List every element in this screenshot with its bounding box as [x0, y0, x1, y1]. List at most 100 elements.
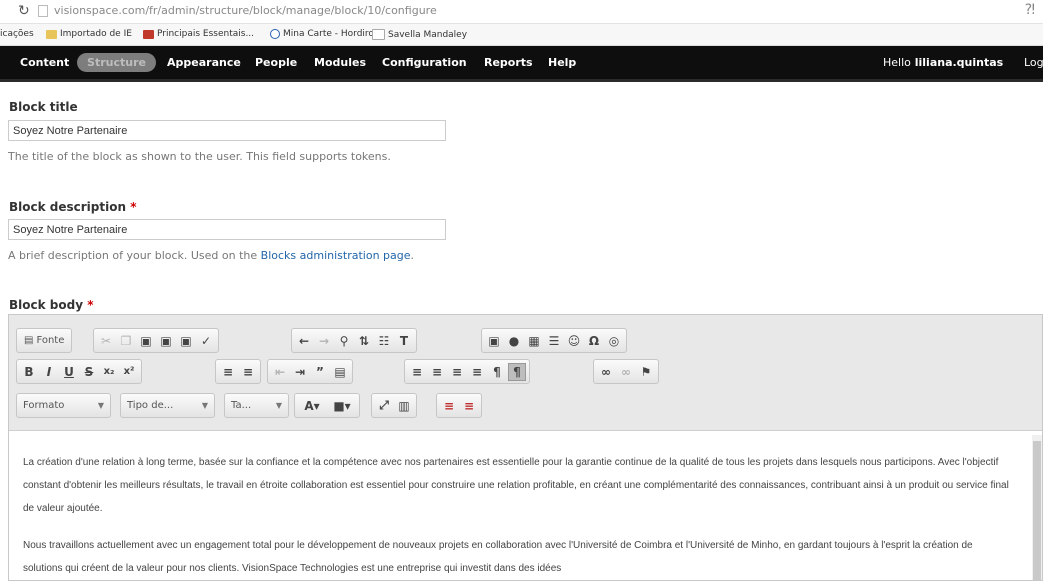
- menu-appearance[interactable]: Appearance: [167, 56, 241, 69]
- background-color-icon[interactable]: ■▾: [328, 397, 356, 415]
- menu-content[interactable]: Content: [20, 56, 69, 69]
- replace-icon[interactable]: ⇅: [355, 332, 373, 350]
- content-paragraph: Nous travaillons actuellement avec un en…: [23, 540, 973, 574]
- bookmark-label: Importado de IE: [60, 29, 132, 39]
- menu-reports[interactable]: Reports: [484, 56, 533, 69]
- bold-icon[interactable]: B: [20, 363, 38, 381]
- find-icon[interactable]: ⚲: [335, 332, 353, 350]
- page-icon: [372, 29, 385, 40]
- bookmark-item[interactable]: Importado de IE: [46, 29, 132, 39]
- subscript-icon[interactable]: x₂: [100, 363, 118, 381]
- site-icon: [143, 29, 154, 39]
- redo-icon[interactable]: →: [315, 332, 333, 350]
- smiley-icon[interactable]: ☺: [565, 332, 583, 350]
- chevron-down-icon: ▼: [201, 401, 208, 410]
- translate-icon[interactable]: ≡: [440, 397, 458, 415]
- table-icon[interactable]: ▦: [525, 332, 543, 350]
- clipboard-group: ✂ ❐ ▣ ▣ ▣ ✓: [93, 328, 219, 353]
- blockquote-icon[interactable]: ”: [311, 363, 329, 381]
- paste-word-icon[interactable]: ▣: [177, 332, 195, 350]
- menu-modules[interactable]: Modules: [314, 56, 366, 69]
- required-mark: *: [87, 298, 94, 312]
- size-select[interactable]: Ta... ▼: [224, 393, 289, 418]
- scrollbar-thumb[interactable]: [1033, 441, 1041, 580]
- text-color-icon[interactable]: A▾: [298, 397, 326, 415]
- menu-configuration[interactable]: Configuration: [382, 56, 467, 69]
- bookmark-apps[interactable]: icações: [0, 29, 34, 39]
- flash-icon[interactable]: ●: [505, 332, 523, 350]
- source-label: Fonte: [36, 335, 65, 346]
- globe-icon: [270, 29, 280, 39]
- outdent-icon[interactable]: ⇤: [271, 363, 289, 381]
- untranslate-icon[interactable]: ≡: [460, 397, 478, 415]
- indent-group: ⇤ ⇥ ” ▤: [267, 359, 353, 384]
- logout-link[interactable]: Log: [1024, 56, 1043, 69]
- image-icon[interactable]: ▣: [485, 332, 503, 350]
- user-greeting: Hello liliana.quintas: [883, 56, 1003, 69]
- justify-icon[interactable]: ≡: [468, 363, 486, 381]
- horizontal-rule-icon[interactable]: ☰: [545, 332, 563, 350]
- style-select[interactable]: Tipo de... ▼: [120, 393, 215, 418]
- url-field[interactable]: visionspace.com/fr/admin/structure/block…: [54, 4, 437, 17]
- bookmark-item[interactable]: Savella Mandaley: [372, 29, 467, 40]
- block-title-input[interactable]: [8, 120, 446, 141]
- rtl-icon[interactable]: ¶: [508, 362, 526, 381]
- remove-format-icon[interactable]: T: [395, 332, 413, 350]
- page-icon: [38, 5, 48, 17]
- block-title-label: Block title: [9, 100, 78, 114]
- copy-icon[interactable]: ❐: [117, 332, 135, 350]
- align-right-icon[interactable]: ≡: [448, 363, 466, 381]
- bulleted-list-icon[interactable]: ≡: [239, 363, 257, 381]
- ltr-icon[interactable]: ¶: [488, 363, 506, 381]
- underline-icon[interactable]: U: [60, 363, 78, 381]
- translate-group: ≡ ≡: [436, 393, 482, 418]
- show-blocks-icon[interactable]: ▥: [395, 397, 413, 415]
- block-body-label-text: Block body: [9, 298, 84, 312]
- menu-help[interactable]: Help: [548, 56, 576, 69]
- strikethrough-icon[interactable]: S: [80, 363, 98, 381]
- editor-content[interactable]: La création d'une relation à long terme,…: [23, 451, 1013, 580]
- format-select[interactable]: Formato ▼: [16, 393, 111, 418]
- bookmark-item[interactable]: Mina Carte - Hordiro...: [270, 29, 382, 39]
- select-all-icon[interactable]: ☷: [375, 332, 393, 350]
- indent-icon[interactable]: ⇥: [291, 363, 309, 381]
- iframe-icon[interactable]: ◎: [605, 332, 623, 350]
- help-suffix: .: [410, 249, 415, 262]
- align-center-icon[interactable]: ≡: [428, 363, 446, 381]
- bookmark-item[interactable]: Principais Essentais...: [143, 29, 254, 39]
- bookmark-label: Principais Essentais...: [157, 29, 255, 39]
- paste-icon[interactable]: ▣: [137, 332, 155, 350]
- bookmark-label: Mina Carte - Hordiro...: [283, 29, 383, 39]
- bookmarks-prefix: icações: [0, 29, 34, 39]
- content-paragraph: La création d'une relation à long terme,…: [23, 457, 1009, 514]
- block-description-input[interactable]: [8, 219, 446, 240]
- align-left-icon[interactable]: ≡: [408, 363, 426, 381]
- spellcheck-icon[interactable]: ✓: [197, 332, 215, 350]
- unlink-icon[interactable]: ∞: [617, 363, 635, 381]
- bookmark-star-icon[interactable]: ⁈: [1025, 2, 1035, 18]
- maximize-icon[interactable]: ⤢: [375, 397, 393, 415]
- chevron-down-icon: ▼: [97, 401, 104, 410]
- editor-toolbar: ▤ Fonte ✂ ❐ ▣ ▣ ▣ ✓ ← → ⚲ ⇅ ☷ T ▣ ● ▦ ☰ …: [9, 315, 1042, 431]
- browser-address-bar: ↻ visionspace.com/fr/admin/structure/blo…: [0, 0, 1043, 24]
- chevron-down-icon: ▼: [275, 401, 282, 410]
- paste-text-icon[interactable]: ▣: [157, 332, 175, 350]
- blocks-admin-link[interactable]: Blocks administration page: [261, 249, 411, 262]
- menu-structure[interactable]: Structure: [77, 53, 156, 72]
- menu-people[interactable]: People: [255, 56, 297, 69]
- link-icon[interactable]: ∞: [597, 363, 615, 381]
- source-button[interactable]: ▤ Fonte: [20, 335, 68, 346]
- cut-icon[interactable]: ✂: [97, 332, 115, 350]
- special-char-icon[interactable]: Ω: [585, 332, 603, 350]
- rich-text-editor: ▤ Fonte ✂ ❐ ▣ ▣ ▣ ✓ ← → ⚲ ⇅ ☷ T ▣ ● ▦ ☰ …: [8, 314, 1043, 581]
- reload-icon[interactable]: ↻: [18, 3, 30, 19]
- admin-toolbar: Content Structure Appearance People Modu…: [0, 46, 1043, 82]
- username-link[interactable]: liliana.quintas: [915, 56, 1003, 69]
- numbered-list-icon[interactable]: ≡: [219, 363, 237, 381]
- undo-icon[interactable]: ←: [295, 332, 313, 350]
- italic-icon[interactable]: I: [40, 363, 58, 381]
- div-container-icon[interactable]: ▤: [331, 363, 349, 381]
- anchor-icon[interactable]: ⚑: [637, 363, 655, 381]
- superscript-icon[interactable]: x²: [120, 363, 138, 381]
- size-select-label: Ta...: [231, 400, 252, 411]
